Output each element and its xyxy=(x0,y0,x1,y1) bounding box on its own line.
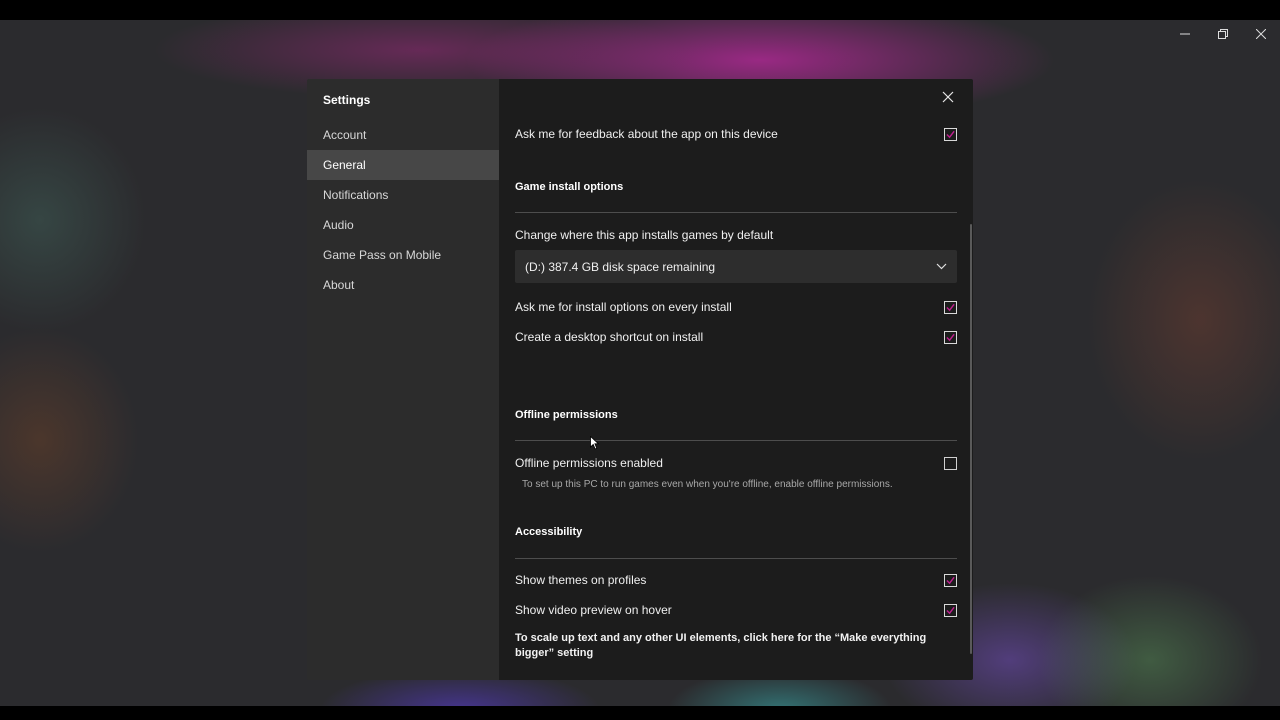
restore-icon xyxy=(1218,29,1228,39)
ask-install-options-label: Ask me for install options on every inst… xyxy=(515,300,732,314)
close-icon xyxy=(1256,29,1266,39)
checkmark-icon xyxy=(946,333,955,341)
content-scrollbar[interactable] xyxy=(970,224,972,654)
video-preview-checkbox[interactable] xyxy=(944,603,957,617)
window-controls xyxy=(1166,20,1280,48)
settings-content: Ask me for feedback about the app on thi… xyxy=(499,79,973,680)
feedback-checkbox[interactable] xyxy=(944,127,957,141)
install-location-value: (D:) 387.4 GB disk space remaining xyxy=(525,259,716,274)
accessibility-title: Accessibility xyxy=(515,526,583,538)
make-everything-bigger-link[interactable]: To scale up text and any other UI elemen… xyxy=(515,631,945,661)
sidebar-item-notifications[interactable]: Notifications xyxy=(307,180,499,210)
sidebar-nav: Account General Notifications Audio Game… xyxy=(307,120,499,300)
mouse-cursor-icon xyxy=(590,436,600,450)
checkmark-icon xyxy=(946,303,955,311)
feedback-row: Ask me for feedback about the app on thi… xyxy=(515,124,958,144)
ask-install-options-row: Ask me for install options on every inst… xyxy=(515,297,958,317)
feedback-label: Ask me for feedback about the app on thi… xyxy=(515,127,778,141)
restore-button[interactable] xyxy=(1204,20,1242,48)
letterbox-bottom xyxy=(0,706,1280,720)
sidebar-item-general[interactable]: General xyxy=(307,150,499,180)
window-close-button[interactable] xyxy=(1242,20,1280,48)
sidebar-title: Settings xyxy=(323,93,371,107)
minimize-button[interactable] xyxy=(1166,20,1204,48)
checkmark-icon xyxy=(946,606,955,614)
video-preview-row: Show video preview on hover xyxy=(515,600,958,620)
install-location-label: Change where this app installs games by … xyxy=(515,228,774,242)
checkmark-icon xyxy=(946,576,955,584)
offline-enabled-checkbox[interactable] xyxy=(944,456,957,470)
letterbox-top xyxy=(0,0,1280,20)
sidebar-item-game-pass-mobile[interactable]: Game Pass on Mobile xyxy=(307,240,499,270)
desktop-shortcut-row: Create a desktop shortcut on install xyxy=(515,327,958,347)
desktop-shortcut-label: Create a desktop shortcut on install xyxy=(515,330,704,344)
offline-enabled-label: Offline permissions enabled xyxy=(515,456,663,470)
ask-install-options-checkbox[interactable] xyxy=(944,300,957,314)
offline-help-text: To set up this PC to run games even when… xyxy=(522,479,893,490)
accessibility-divider xyxy=(515,558,957,559)
desktop-shortcut-checkbox[interactable] xyxy=(944,330,957,344)
video-preview-label: Show video preview on hover xyxy=(515,603,672,617)
settings-sidebar: Settings Account General Notifications A… xyxy=(307,79,499,680)
minimize-icon xyxy=(1180,33,1190,35)
close-icon xyxy=(942,91,954,103)
game-install-title: Game install options xyxy=(515,181,624,193)
dialog-close-button[interactable] xyxy=(927,81,969,113)
sidebar-item-account[interactable]: Account xyxy=(307,120,499,150)
offline-permissions-divider xyxy=(515,440,957,441)
offline-enabled-row: Offline permissions enabled xyxy=(515,453,958,473)
offline-permissions-title: Offline permissions xyxy=(515,409,618,421)
sidebar-item-audio[interactable]: Audio xyxy=(307,210,499,240)
game-install-divider xyxy=(515,212,957,213)
checkmark-icon xyxy=(946,130,955,138)
install-location-row: Change where this app installs games by … xyxy=(515,225,958,245)
sidebar-item-about[interactable]: About xyxy=(307,270,499,300)
settings-dialog: Settings Account General Notifications A… xyxy=(307,79,973,680)
show-themes-checkbox[interactable] xyxy=(944,573,957,587)
install-location-dropdown[interactable]: (D:) 387.4 GB disk space remaining xyxy=(515,250,957,283)
show-themes-label: Show themes on profiles xyxy=(515,573,647,587)
chevron-down-icon xyxy=(936,263,947,270)
show-themes-row: Show themes on profiles xyxy=(515,570,958,590)
